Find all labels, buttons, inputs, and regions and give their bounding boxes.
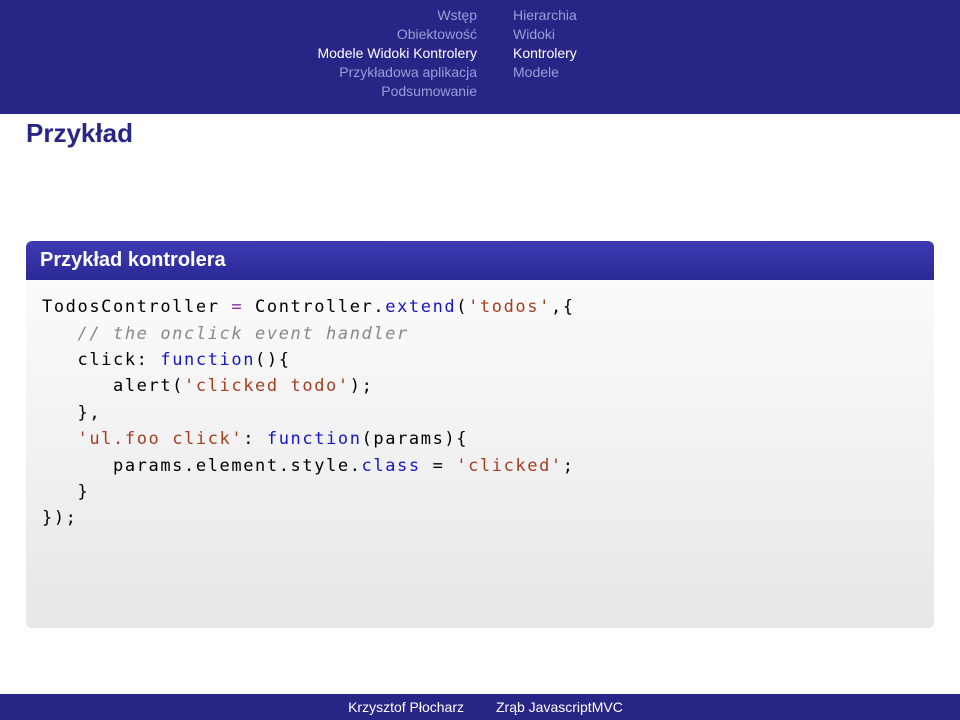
nav: Wstęp Obiektowość Modele Widoki Kontrole… [0,6,960,100]
code-block: TodosController = Controller.extend('tod… [26,280,934,627]
nav-sub-3[interactable]: Kontrolery [513,44,693,63]
nav-sub-4[interactable]: Modele [513,63,693,82]
slide-header: Wstęp Obiektowość Modele Widoki Kontrole… [0,0,960,114]
footer-author: Krzysztof Płocharz [264,699,464,715]
nav-sub-1[interactable]: Hierarchia [513,6,693,25]
slide-footer: Krzysztof Płocharz Zrąb JavascriptMVC [0,694,960,720]
nav-sections: Wstęp Obiektowość Modele Widoki Kontrole… [267,6,495,100]
nav-subsections: Hierarchia Widoki Kontrolery Modele [495,6,693,100]
nav-sec-2[interactable]: Obiektowość [267,25,477,44]
frame-title: Przykład [0,114,960,163]
nav-sec-5[interactable]: Podsumowanie [267,82,477,101]
nav-sec-1[interactable]: Wstęp [267,6,477,25]
nav-sub-2[interactable]: Widoki [513,25,693,44]
nav-sec-4[interactable]: Przykładowa aplikacja [267,63,477,82]
footer-title: Zrąb JavascriptMVC [496,699,696,715]
example-block: Przykład kontrolera TodosController = Co… [26,241,934,627]
block-title: Przykład kontrolera [26,241,934,280]
nav-sec-3[interactable]: Modele Widoki Kontrolery [267,44,477,63]
